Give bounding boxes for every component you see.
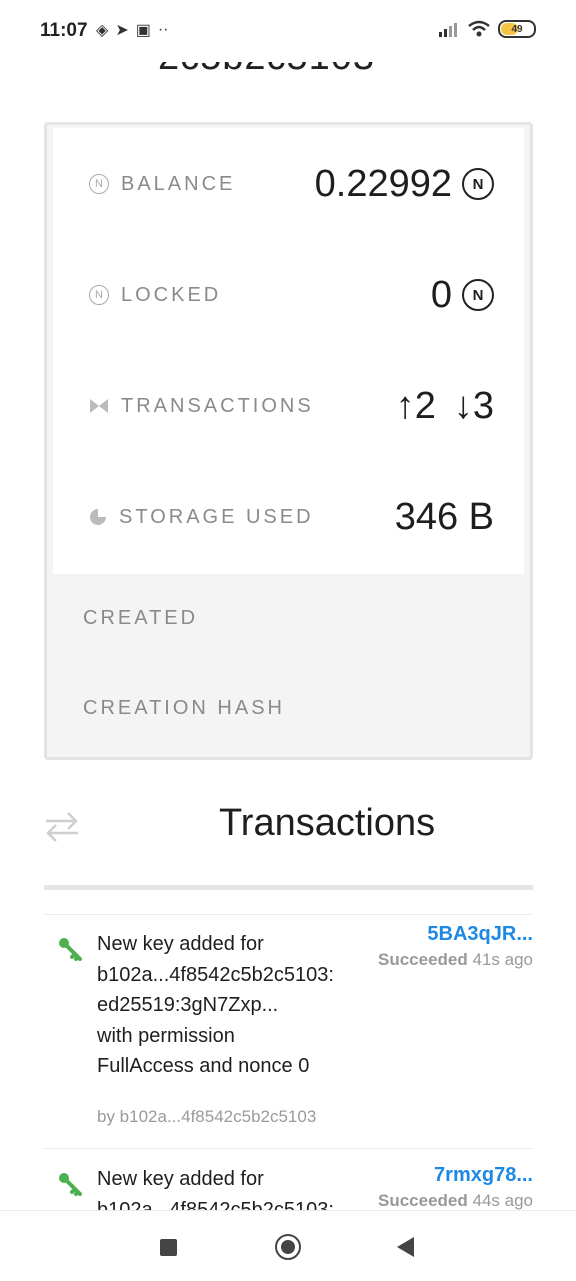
locked-row: N LOCKED 0 N	[89, 273, 494, 316]
wifi-icon	[468, 20, 490, 37]
near-currency-icon: N	[462, 279, 494, 311]
system-icons: 49	[438, 20, 536, 38]
creation-hash-label: CREATION HASH	[83, 697, 285, 719]
transactions-label: TRANSACTIONS	[121, 394, 314, 417]
clock: 11:07	[40, 20, 88, 41]
transaction-description: New key added for b102a...4f8542c5b2c510…	[97, 1168, 334, 1210]
near-currency-icon: N	[462, 168, 494, 200]
transaction-hash-link[interactable]: 7rmxg78...	[434, 1164, 533, 1187]
locked-value: 0	[430, 273, 452, 316]
section-divider	[44, 885, 533, 890]
transaction-description: New key added for b102a...4f8542c5b2c510…	[97, 933, 334, 1077]
transactions-header: Transactions	[44, 800, 533, 856]
more-dots-icon: ··	[157, 21, 169, 38]
account-stats: N BALANCE 0.22992 N N LOCKED 0 N TRANSAC…	[53, 128, 524, 574]
key-icon	[59, 1173, 82, 1196]
storage-value: 346 B	[394, 495, 494, 538]
list-divider	[44, 1148, 533, 1149]
near-icon: N	[89, 174, 109, 194]
binance-icon: ◈	[96, 22, 109, 39]
transaction-item[interactable]: New key added for b102a...4f8542c5b2c510…	[44, 923, 533, 1144]
recent-apps-button[interactable]	[160, 1239, 177, 1256]
created-label: CREATED	[83, 607, 199, 629]
telegram-icon: ➤	[115, 22, 129, 39]
navigation-bar	[0, 1210, 576, 1281]
list-divider	[44, 914, 533, 915]
pie-icon	[90, 509, 106, 525]
battery-icon: 49	[498, 20, 536, 38]
storage-row: STORAGE USED 346 B	[89, 495, 494, 538]
robot-icon: ▣	[135, 22, 151, 39]
transaction-signer: by b102a...4f8542c5b2c5103	[97, 1107, 317, 1126]
transaction-hash-link[interactable]: 5BA3qJR...	[427, 923, 533, 946]
notification-icons: ◈ ➤ ▣ ··	[96, 20, 169, 40]
incoming-count: ↓3	[453, 384, 494, 427]
bowtie-icon	[90, 399, 108, 413]
storage-label: STORAGE USED	[119, 505, 314, 528]
home-button[interactable]	[275, 1234, 301, 1260]
swap-arrows-icon	[46, 812, 78, 842]
status-bar: 11:07 ◈ ➤ ▣ ·· 49	[0, 0, 576, 62]
transaction-item[interactable]: New key added for b102a...4f8542c5b2c510…	[44, 1164, 533, 1210]
back-button[interactable]	[397, 1237, 414, 1257]
transactions-row: TRANSACTIONS ↑2 ↓3	[89, 384, 494, 427]
key-icon	[59, 938, 82, 961]
balance-row: N BALANCE 0.22992 N	[89, 162, 494, 205]
near-icon: N	[89, 285, 109, 305]
locked-label: LOCKED	[121, 283, 222, 306]
transaction-status: Succeeded 41s ago	[378, 950, 533, 969]
outgoing-count: ↑2	[395, 384, 436, 427]
account-info-card: N BALANCE 0.22992 N N LOCKED 0 N TRANSAC…	[44, 122, 533, 760]
transaction-status: Succeeded 44s ago	[378, 1191, 533, 1210]
balance-value: 0.22992	[314, 162, 452, 205]
transactions-title: Transactions	[219, 802, 436, 844]
balance-label: BALANCE	[121, 172, 236, 195]
signal-icon	[439, 23, 457, 37]
